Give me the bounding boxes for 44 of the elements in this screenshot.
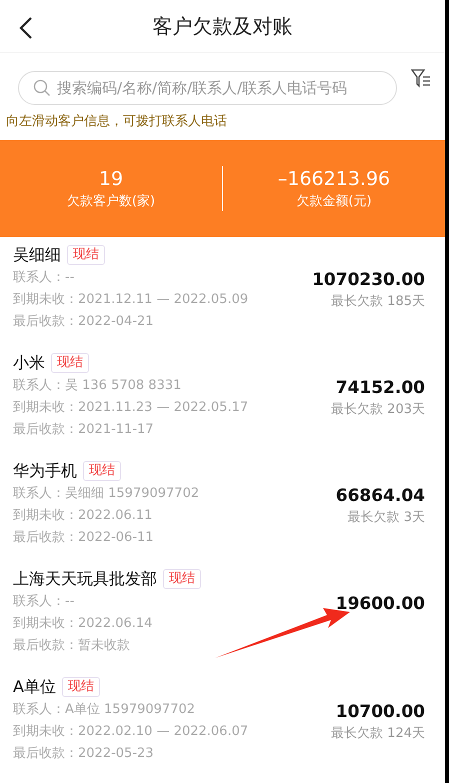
summary-value: 19 [98, 166, 124, 192]
customer-name: 吴细细 [13, 244, 61, 266]
summary-label: 欠款金额(元) [296, 192, 372, 211]
contact-text: 联系人：吴细细 15979097702 [13, 485, 200, 503]
customer-name: A单位 [13, 676, 56, 698]
swipe-hint: 向左滑动客户信息，可拨打联系人电话 [5, 113, 228, 132]
settlement-tag: 现结 [83, 461, 121, 481]
due-text: 到期未收：2022.06.11 [13, 507, 154, 525]
settlement-tag: 现结 [163, 569, 201, 589]
summary-value: –166213.96 [278, 166, 390, 192]
back-icon[interactable] [18, 16, 34, 40]
settlement-tag: 现结 [62, 677, 100, 697]
due-text: 到期未收：2022.06.14 [13, 615, 154, 633]
debt-amount: 74152.00 [336, 377, 425, 399]
debt-amount: 66864.04 [336, 485, 425, 507]
settlement-tag: 现结 [67, 245, 105, 265]
debt-amount: 19600.00 [336, 593, 425, 615]
debt-amount: 1070230.00 [312, 269, 425, 291]
customer-name: 华为手机 [13, 460, 77, 482]
filter-icon[interactable] [411, 68, 431, 88]
due-text: 到期未收：2022.02.10 — 2022.06.07 [13, 723, 250, 741]
longest-debt-text: 最长欠款 3天 [348, 509, 425, 527]
search-icon [33, 79, 51, 98]
longest-debt-text: 最长欠款 124天 [331, 725, 425, 743]
page-title: 客户欠款及对账 [152, 13, 292, 40]
longest-debt-text: 最长欠款 203天 [331, 401, 425, 419]
contact-text: 联系人：A单位 15979097702 [13, 701, 196, 719]
contact-text: 联系人：-- [13, 269, 76, 287]
search-field[interactable]: 搜索编码/名称/简称/联系人/联系人电话号码 [18, 71, 397, 106]
due-text: 到期未收：2021.11.23 — 2022.05.17 [13, 399, 250, 417]
longest-debt-text: 最长欠款 185天 [331, 293, 425, 311]
contact-text: 联系人：吴 136 5708 8331 [13, 377, 182, 395]
settlement-tag: 现结 [51, 353, 89, 373]
debt-amount: 10700.00 [336, 701, 425, 723]
customer-name: 小米 [13, 352, 45, 374]
customer-name: 上海天天玩具批发部 [13, 568, 157, 590]
last-payment-text: 最后收款：2022-04-21 [13, 313, 155, 331]
due-text: 到期未收：2021.12.11 — 2022.05.09 [13, 291, 250, 309]
summary-label: 欠款客户数(家) [66, 192, 156, 211]
contact-text: 联系人：-- [13, 593, 76, 611]
last-payment-text: 最后收款：2021-11-17 [13, 421, 155, 439]
last-payment-text: 最后收款：2022-05-23 [13, 745, 155, 763]
last-payment-text: 最后收款：2022-06-11 [13, 529, 155, 547]
last-payment-text: 最后收款：暂未收款 [13, 637, 131, 655]
